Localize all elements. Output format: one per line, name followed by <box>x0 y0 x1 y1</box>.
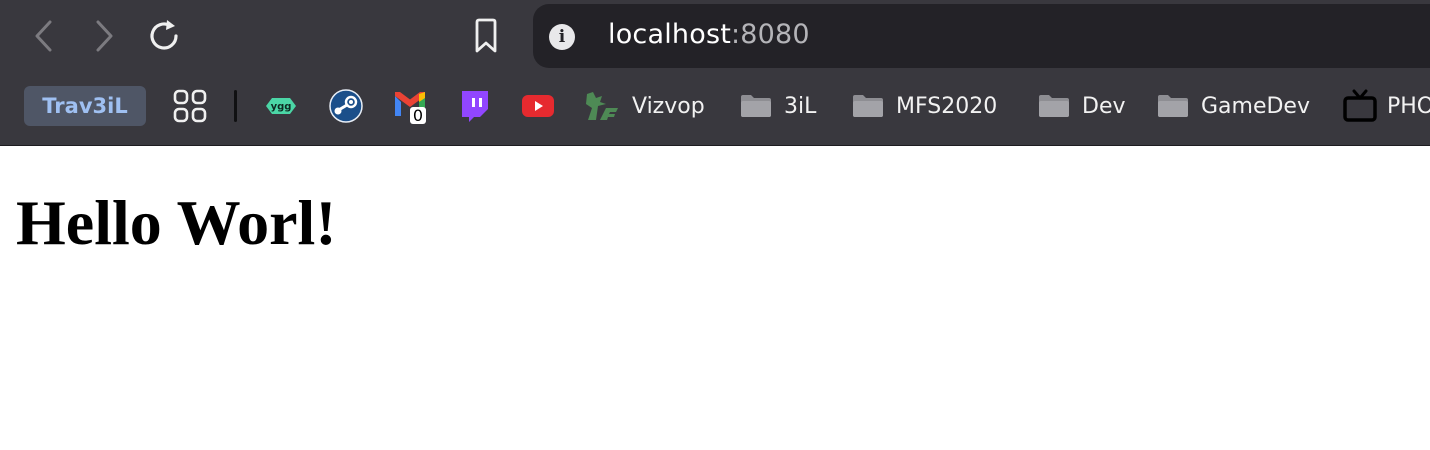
bookmark-label: MFS2020 <box>896 93 998 119</box>
chevron-left-icon <box>35 20 52 52</box>
bookmark-gmail[interactable]: 0 <box>393 84 429 128</box>
gmail-count-badge: 0 <box>413 106 423 124</box>
bookmarks-divider <box>234 90 237 122</box>
reload-icon <box>150 20 178 50</box>
bookmark-pho[interactable]: PHO <box>1343 84 1430 128</box>
bookmark-vizvop[interactable]: Vizvop <box>584 84 705 128</box>
bookmark-page-button[interactable] <box>464 14 508 58</box>
apps-button[interactable] <box>170 84 210 128</box>
page-content: Hello Worl! <box>0 146 1430 450</box>
bookmarks-bar: Trav3iL ygg 0 Vizvop 3iL MFS2020 Dev Gam… <box>0 84 1430 128</box>
folder-icon <box>1039 95 1069 117</box>
bookmark-twitch[interactable] <box>458 84 490 128</box>
profile-chip[interactable]: Trav3iL <box>24 86 146 126</box>
url-text[interactable]: localhost:8080 <box>608 19 810 50</box>
steam-icon <box>329 89 363 123</box>
bookmark-label: Dev <box>1082 93 1126 119</box>
folder-icon <box>853 95 883 117</box>
address-bar[interactable]: i localhost:8080 <box>533 4 1430 68</box>
folder-icon <box>741 95 771 117</box>
tv-icon <box>1343 89 1377 122</box>
vizvop-icon <box>586 92 618 120</box>
chevron-right-icon <box>96 20 113 52</box>
bookmark-label: PHO <box>1387 93 1430 119</box>
gmail-icon: 0 <box>395 92 426 124</box>
bookmark-folder-gamedev[interactable]: GameDev <box>1157 84 1310 128</box>
bookmark-steam[interactable] <box>329 84 363 128</box>
bookmark-ygg[interactable]: ygg <box>264 84 298 128</box>
browser-chrome: i localhost:8080 Trav3iL ygg 0 Vizvop 3i… <box>0 0 1430 146</box>
page-heading: Hello Worl! <box>16 187 337 258</box>
bookmark-folder-dev[interactable]: Dev <box>1038 84 1126 128</box>
ygg-icon: ygg <box>266 98 296 114</box>
reload-button[interactable] <box>142 14 186 58</box>
folder-icon <box>1158 95 1188 117</box>
youtube-icon <box>522 95 554 117</box>
bookmark-icon <box>475 18 497 53</box>
bookmark-youtube[interactable] <box>521 84 555 128</box>
info-icon[interactable]: i <box>549 24 575 50</box>
url-host: localhost <box>608 19 731 50</box>
apps-grid-icon <box>173 89 207 123</box>
forward-button[interactable] <box>82 14 126 58</box>
ygg-badge-text: ygg <box>271 102 292 113</box>
url-port: :8080 <box>731 19 810 50</box>
twitch-icon <box>462 91 488 122</box>
bookmark-label: 3iL <box>784 93 817 119</box>
bookmark-label: GameDev <box>1201 93 1310 119</box>
bookmark-folder-mfs2020[interactable]: MFS2020 <box>852 84 997 128</box>
bookmark-folder-3il[interactable]: 3iL <box>740 84 816 128</box>
bookmark-label: Vizvop <box>632 93 705 119</box>
back-button[interactable] <box>22 14 66 58</box>
